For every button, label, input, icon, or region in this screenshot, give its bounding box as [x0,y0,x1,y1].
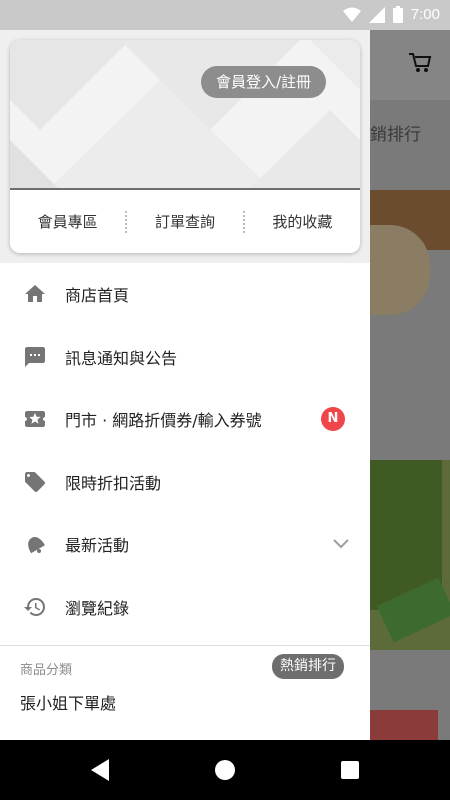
member-area-link[interactable]: 會員專區 [10,211,125,232]
chevron-down-icon[interactable] [332,538,350,550]
category-header: 商品分類 熱銷排行 [0,644,370,684]
menu-item-latest-events[interactable]: 最新活動 [0,513,370,576]
menu-item-label: 最新活動 [65,536,130,556]
status-time: 7:00 [410,6,440,23]
background-section-title: 銷排行 [370,125,421,145]
back-icon[interactable] [91,759,109,781]
menu-item-history[interactable]: 瀏覽紀錄 [0,576,370,639]
hot-sales-button[interactable]: 熱銷排行 [272,654,344,679]
menu-item-store-home[interactable]: 商店首頁 [0,263,370,326]
battery-icon [392,6,403,23]
background-logo [370,710,438,740]
wifi-icon [342,7,361,22]
system-nav-bar [0,740,450,800]
login-register-button[interactable]: 會員登入/註冊 [201,66,327,98]
drawer-menu: 商店首頁 訊息通知與公告 門市 · 網路折價券/輸入券號 N 限時折扣活動 最新… [0,263,370,646]
navigation-drawer: 會員登入/註冊 會員專區 訂單查詢 我的收藏 商店首頁 訊息通知與公告 門市 ·… [0,30,370,740]
cart-icon[interactable] [408,52,432,74]
menu-item-coupons[interactable]: 門市 · 網路折價券/輸入券號 N [0,388,370,451]
home-button-icon[interactable] [215,760,235,780]
menu-item-flash-sale[interactable]: 限時折扣活動 [0,451,370,514]
menu-item-label: 訊息通知與公告 [65,348,178,368]
menu-item-notifications[interactable]: 訊息通知與公告 [0,326,370,389]
background-app-scrim[interactable]: 銷排行 [370,30,450,740]
menu-item-label: 限時折扣活動 [65,473,162,493]
status-bar: 7:00 [0,0,450,30]
menu-item-label: 瀏覽紀錄 [65,598,130,618]
category-item[interactable]: 張小姐下單處 [20,690,116,714]
order-query-link[interactable]: 訂單查詢 [127,211,242,232]
new-badge: N [321,407,345,432]
home-icon [25,285,45,303]
history-icon [24,597,45,616]
menu-item-label: 商店首頁 [65,286,130,306]
drawer-header: 會員登入/註冊 會員專區 訂單查詢 我的收藏 [0,30,370,263]
card-links: 會員專區 訂單查詢 我的收藏 [10,190,360,253]
card-banner: 會員登入/註冊 [10,40,360,188]
bell-icon [28,537,45,554]
message-icon [25,346,45,367]
tag-icon [25,471,45,492]
signal-icon [368,6,385,23]
ticket-icon [25,411,45,428]
favorites-link[interactable]: 我的收藏 [245,211,360,232]
menu-item-label: 門市 · 網路折價券/輸入券號 [65,411,262,431]
category-title: 商品分類 [20,663,73,678]
recent-apps-icon[interactable] [341,761,359,779]
member-card: 會員登入/註冊 會員專區 訂單查詢 我的收藏 [10,40,360,253]
